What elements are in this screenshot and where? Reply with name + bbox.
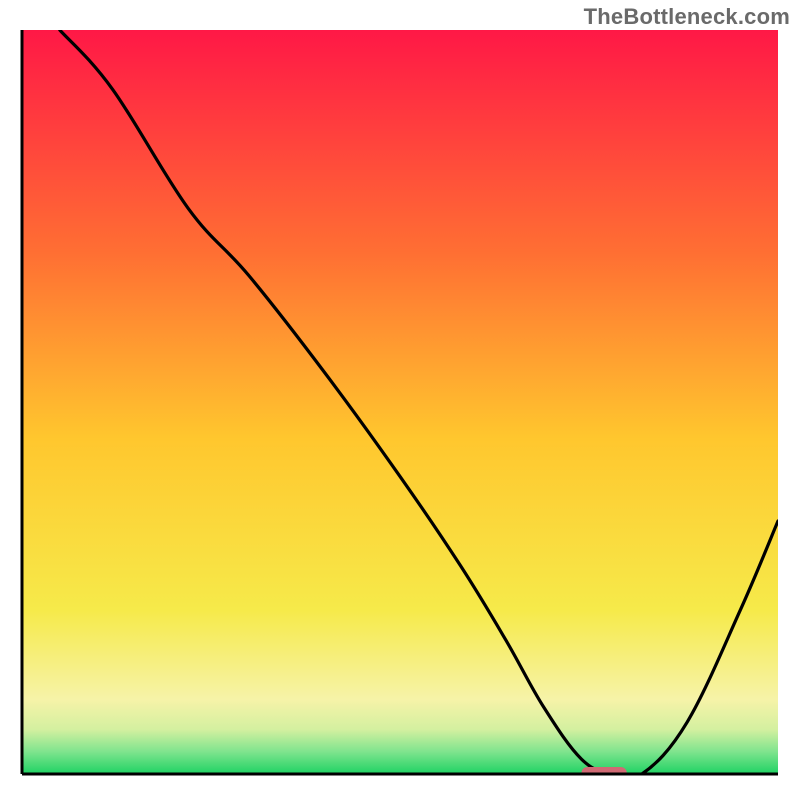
chart-stage: TheBottleneck.com — [0, 0, 800, 800]
plot-background — [22, 30, 778, 774]
watermark-text: TheBottleneck.com — [584, 4, 790, 30]
chart-svg — [0, 0, 800, 800]
